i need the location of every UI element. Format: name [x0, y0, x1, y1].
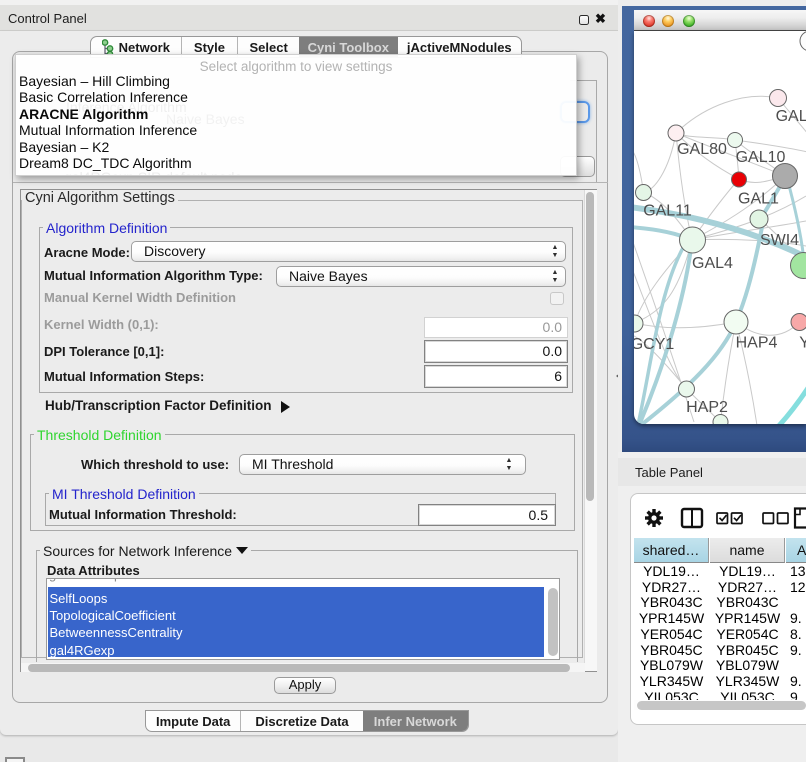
- svg-text:GAL11: GAL11: [643, 203, 692, 220]
- svg-text:SWI4: SWI4: [760, 232, 799, 249]
- svg-text:GAL10: GAL10: [736, 149, 786, 166]
- svg-text:GAL1: GAL1: [738, 191, 779, 208]
- svg-text:HAP2: HAP2: [686, 399, 728, 416]
- svg-text:GAL4: GAL4: [692, 255, 733, 272]
- svg-text:GCY1: GCY1: [634, 336, 674, 353]
- svg-text:GAL80: GAL80: [677, 141, 727, 158]
- svg-text:GAL80: GAL80: [776, 108, 806, 125]
- svg-text:YD: YD: [799, 335, 806, 352]
- svg-text:HAP4: HAP4: [736, 335, 778, 352]
